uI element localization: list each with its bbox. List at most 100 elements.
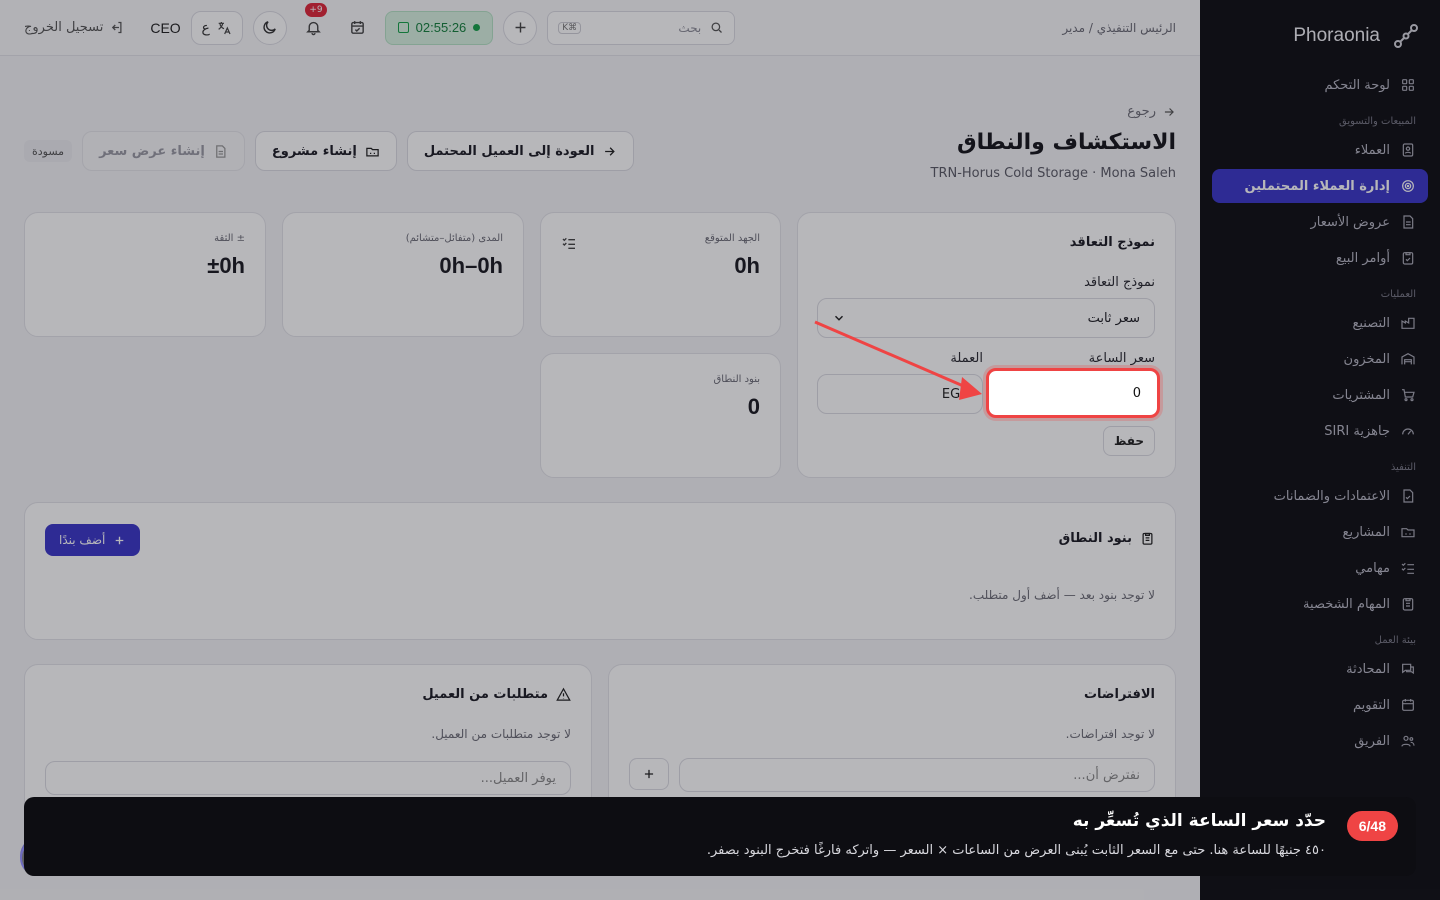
sidebar-item-label: المهام الشخصية xyxy=(1303,596,1390,612)
sidebar-item[interactable]: عروض الأسعار xyxy=(1212,205,1428,239)
search-box[interactable]: K⌘ بحث xyxy=(547,10,736,45)
sidebar-item[interactable]: المخزون xyxy=(1212,342,1428,376)
currency-field[interactable]: EGP xyxy=(817,374,983,414)
effort-card: الجهد المتوقع 0h xyxy=(540,212,781,337)
sidebar-item[interactable]: المهام الشخصية xyxy=(1212,587,1428,621)
team-icon xyxy=(1401,735,1415,747)
assumption-input[interactable]: نفترض أن... xyxy=(679,758,1155,792)
sidebar-item[interactable]: المحادثة xyxy=(1212,652,1428,686)
scope-empty-message: لا توجد بنود بعد — أضف أول متطلب. xyxy=(969,588,1155,602)
brand-name: Phoraonia xyxy=(1293,25,1380,46)
search-placeholder: بحث xyxy=(678,20,702,35)
logout-button[interactable]: تسجيل الخروج xyxy=(24,20,124,35)
sidebar-item-label: إدارة العملاء المحتملين xyxy=(1244,178,1390,194)
running-indicator xyxy=(473,24,481,31)
clipboard-list-icon xyxy=(1142,532,1153,545)
back-to-lead-label: العودة إلى العميل المحتمل xyxy=(423,143,595,159)
calendar-check-icon xyxy=(351,21,365,34)
language-toggle[interactable]: ع xyxy=(190,10,243,45)
tour-description: ٤٥٠ جنيهًا للساعة هنا. حتى مع السعر الثا… xyxy=(706,843,1326,858)
calendar-icon xyxy=(1402,699,1414,711)
contract-model-card: نموذج التعاقد نموذج التعاقد سعر ثابت سعر… xyxy=(797,212,1176,478)
sidebar-item-label: العملاء xyxy=(1354,142,1390,158)
create-project-button[interactable]: إنشاء مشروع xyxy=(254,131,397,171)
main-area: تسجيل الخروج CEO ع +9 02:55:26 K⌘ بحث ال… xyxy=(0,0,1200,900)
sidebar-item[interactable]: إدارة العملاء المحتملين xyxy=(1212,169,1428,203)
sidebar-item[interactable]: العملاء xyxy=(1212,133,1428,167)
scope-count-card: بنود النطاق 0 xyxy=(540,353,781,478)
arrow-right-icon xyxy=(1164,107,1174,116)
plus-icon xyxy=(116,536,124,544)
top-bar: تسجيل الخروج CEO ع +9 02:55:26 K⌘ بحث ال… xyxy=(0,0,1200,56)
scope-items-card: بنود النطاق أضف بندًا لا توجد بنود بعد —… xyxy=(24,502,1176,640)
clipboard-icon xyxy=(1402,598,1414,611)
scope-count-value: 0 xyxy=(747,394,760,419)
sidebar-item-label: المشاريع xyxy=(1342,524,1390,540)
sidebar-item[interactable]: المشتريات xyxy=(1212,378,1428,412)
sidebar-item[interactable]: المشاريع xyxy=(1212,515,1428,549)
currency-label: العملة xyxy=(950,351,983,366)
arrow-right-icon xyxy=(605,146,616,156)
sidebar-item-label: المحادثة xyxy=(1346,661,1390,677)
document-icon xyxy=(1403,215,1414,229)
cart-icon xyxy=(1402,389,1415,402)
status-badge: مسودة xyxy=(24,140,73,162)
sidebar-nav: لوحة التحكم المبيعات والتسويق العملاء إدارة… xyxy=(1212,68,1428,852)
projects-icon xyxy=(1401,528,1415,538)
language-label: ع xyxy=(201,19,210,36)
add-scope-item-label: أضف بندًا xyxy=(59,533,106,547)
header-actions: العودة إلى العميل المحتمل إنشاء مشروع إن… xyxy=(24,131,635,171)
sidebar-item-label: المشتريات xyxy=(1332,387,1390,403)
sidebar-section-label: العمليات xyxy=(1380,289,1416,300)
hourly-rate-input[interactable]: 0 xyxy=(986,368,1160,418)
create-quote-button[interactable]: إنشاء عرض سعر xyxy=(82,131,245,171)
contacts-icon xyxy=(1402,143,1414,157)
quick-add-button[interactable] xyxy=(503,10,538,45)
bell-icon xyxy=(306,21,322,36)
range-card: المدى (متفائل–متشائم) 0h–0h xyxy=(282,212,524,337)
sidebar-item-label: التصنيع xyxy=(1352,315,1390,331)
add-assumption-button[interactable] xyxy=(629,758,669,790)
sidebar-item-label: جاهزية SIRI xyxy=(1324,423,1390,439)
translate-icon xyxy=(218,21,231,34)
stop-icon[interactable] xyxy=(397,22,409,33)
sidebar-item[interactable]: الفريق xyxy=(1212,724,1428,758)
save-button[interactable]: حفظ xyxy=(1103,426,1155,456)
sidebar-item[interactable]: مهامي xyxy=(1212,551,1428,585)
tasks-icon xyxy=(1401,562,1414,574)
range-value: 0h–0h xyxy=(439,253,503,278)
sidebar-item[interactable]: أوامر البيع xyxy=(1212,241,1428,275)
requirements-empty-message: لا توجد متطلبات من العميل. xyxy=(431,727,571,741)
sidebar-item[interactable]: جاهزية SIRI xyxy=(1212,414,1428,448)
add-scope-item-button[interactable]: أضف بندًا xyxy=(45,524,141,556)
sidebar-item[interactable]: التقويم xyxy=(1212,688,1428,722)
requirements-header: متطلبات من العميل xyxy=(422,687,571,702)
time-tracker[interactable]: 02:55:26 xyxy=(384,10,494,45)
brand[interactable]: Phoraonia xyxy=(1212,18,1428,68)
contract-model-select[interactable]: سعر ثابت xyxy=(817,298,1155,338)
back-link[interactable]: رجوع xyxy=(1127,104,1176,119)
confidence-card: ± الثقة ±0h xyxy=(24,212,266,337)
theme-toggle[interactable] xyxy=(252,10,287,45)
tour-tooltip: 6/48 حدّد سعر الساعة الذي تُسعِّر به ٤٥٠… xyxy=(24,797,1416,876)
sidebar-item-label: المخزون xyxy=(1343,351,1390,367)
contract-model-value: سعر ثابت xyxy=(1087,310,1140,326)
page-title: الاستكشاف والنطاق xyxy=(956,130,1176,155)
scope-count-label: بنود النطاق xyxy=(713,374,760,385)
sidebar-item-label: الاعتمادات والضمانات xyxy=(1273,488,1390,504)
range-label: المدى (متفائل–متشائم) xyxy=(405,233,503,244)
calendar-button[interactable] xyxy=(341,11,375,45)
dashboard-icon xyxy=(1402,79,1414,91)
requirement-input[interactable]: يوفر العميل... xyxy=(45,761,571,795)
save-label: حفظ xyxy=(1113,434,1145,448)
hourly-rate-value: 0 xyxy=(1132,385,1141,401)
page-subtitle: TRN-Horus Cold Storage · Mona Saleh xyxy=(930,166,1176,181)
notifications-button[interactable]: +9 xyxy=(297,2,331,45)
logout-icon xyxy=(112,21,122,34)
effort-value: 0h xyxy=(734,253,760,278)
sidebar-item[interactable]: الاعتمادات والضمانات xyxy=(1212,479,1428,513)
back-to-lead-button[interactable]: العودة إلى العميل المحتمل xyxy=(406,131,635,171)
sidebar-item[interactable]: لوحة التحكم xyxy=(1212,68,1428,102)
create-quote-label: إنشاء عرض سعر xyxy=(99,143,205,159)
sidebar-item[interactable]: التصنيع xyxy=(1212,306,1428,340)
